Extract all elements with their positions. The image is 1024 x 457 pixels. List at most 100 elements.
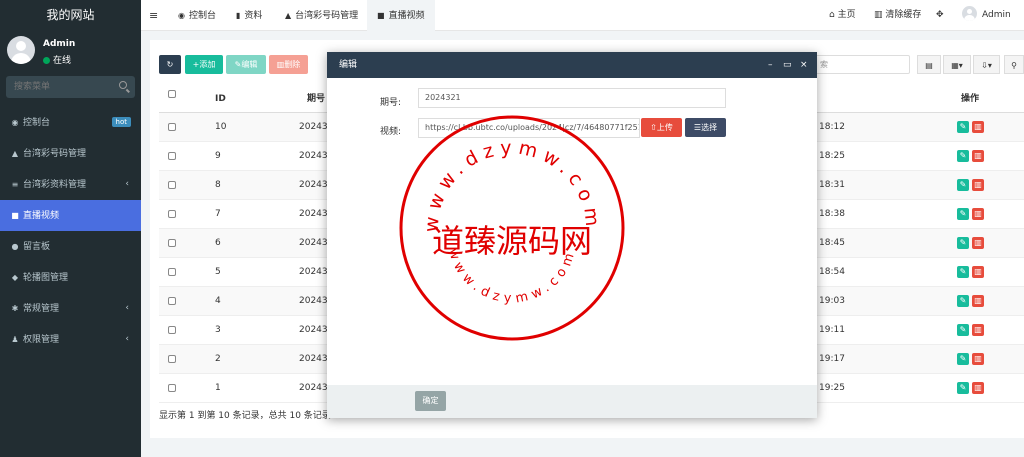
- row-delete-button[interactable]: ▥: [972, 382, 984, 394]
- sidebar-item-label: 控制台: [23, 118, 51, 128]
- minimize-icon[interactable]: –: [768, 52, 773, 78]
- cell-time: 18:25: [819, 151, 845, 161]
- brand-logo[interactable]: 我的网站: [0, 0, 141, 31]
- cell-id: 5: [215, 267, 221, 277]
- cell-id: 10: [215, 122, 227, 132]
- tab-label: 直播视频: [388, 11, 425, 21]
- add-button[interactable]: +添加: [185, 55, 223, 74]
- user-menu[interactable]: Admin: [962, 0, 1011, 31]
- cell-time: 19:03: [819, 296, 845, 306]
- row-checkbox[interactable]: [168, 181, 176, 189]
- online-dot-icon: [43, 57, 50, 64]
- cell-time: 18:54: [819, 267, 845, 277]
- sidebar-item-label: 权限管理: [23, 335, 60, 345]
- pagination-info: 显示第 1 到第 10 条记录，总共 10 条记录: [159, 411, 331, 421]
- column-period[interactable]: 期号: [307, 85, 325, 113]
- column-id[interactable]: ID: [215, 85, 226, 113]
- tab-number-manage[interactable]: ▲ 台湾彩号码管理: [285, 0, 358, 31]
- row-checkbox[interactable]: [168, 123, 176, 131]
- sidebar-item-general[interactable]: ✱ 常规管理 ‹: [0, 293, 141, 324]
- home-link[interactable]: ⌂ 主页: [829, 0, 856, 31]
- row-checkbox[interactable]: [168, 210, 176, 218]
- search-icon[interactable]: [119, 81, 127, 89]
- row-checkbox[interactable]: [168, 384, 176, 392]
- row-edit-button[interactable]: ✎: [957, 295, 969, 307]
- row-edit-button[interactable]: ✎: [957, 121, 969, 133]
- close-icon[interactable]: ×: [800, 52, 808, 78]
- row-delete-button[interactable]: ▥: [972, 121, 984, 133]
- tab-label: 资料: [244, 11, 263, 21]
- row-delete-button[interactable]: ▥: [972, 237, 984, 249]
- row-edit-button[interactable]: ✎: [957, 237, 969, 249]
- columns-dropdown-icon[interactable]: ▦▾: [943, 55, 971, 74]
- sidebar-item-live-video[interactable]: ■ 直播视频: [0, 200, 141, 231]
- table-search-input[interactable]: 索: [815, 55, 910, 74]
- toggle-view-icon[interactable]: ▤: [917, 55, 941, 74]
- user-status-text: 在线: [53, 56, 72, 66]
- dashboard-icon: ◉: [11, 118, 19, 127]
- row-delete-button[interactable]: ▥: [972, 179, 984, 191]
- row-checkbox[interactable]: [168, 239, 176, 247]
- cell-id: 9: [215, 151, 221, 161]
- row-delete-button[interactable]: ▥: [972, 324, 984, 336]
- cogs-icon: ✱: [11, 304, 19, 313]
- tab-dashboard[interactable]: ◉ 控制台: [178, 0, 216, 31]
- sidebar-item-data-manage[interactable]: ≡ 台湾彩资料管理 ‹: [0, 169, 141, 200]
- row-edit-button[interactable]: ✎: [957, 150, 969, 162]
- bookmark-icon: ▮: [236, 11, 241, 20]
- row-edit-button[interactable]: ✎: [957, 208, 969, 220]
- cell-id: 3: [215, 325, 221, 335]
- row-delete-button[interactable]: ▥: [972, 150, 984, 162]
- select-all-checkbox[interactable]: [168, 90, 176, 98]
- video-url-input[interactable]: https://cl.bb.ubtc.co/uploads/2024|cz/7/…: [418, 118, 640, 138]
- tab-data[interactable]: ▮ 资料: [236, 0, 262, 31]
- sidebar-item-number-manage[interactable]: ▲ 台湾彩号码管理: [0, 138, 141, 169]
- modal-title: 编辑: [339, 60, 358, 70]
- tab-label: 台湾彩号码管理: [295, 11, 359, 21]
- row-delete-button[interactable]: ▥: [972, 295, 984, 307]
- row-delete-button[interactable]: ▥: [972, 353, 984, 365]
- export-dropdown-icon[interactable]: ⇩▾: [973, 55, 1000, 74]
- row-checkbox[interactable]: [168, 152, 176, 160]
- leaf-icon: ◆: [11, 273, 19, 282]
- row-checkbox[interactable]: [168, 355, 176, 363]
- sidebar-item-message-board[interactable]: ● 留言板: [0, 231, 141, 262]
- hamburger-icon[interactable]: ≡: [149, 9, 158, 22]
- sidebar-item-permissions[interactable]: ♟ 权限管理 ‹: [0, 324, 141, 355]
- tab-live-video[interactable]: ■ 直播视频: [367, 0, 435, 31]
- sidebar-item-carousel[interactable]: ◆ 轮播图管理: [0, 262, 141, 293]
- sidebar-item-label: 留言板: [23, 242, 51, 252]
- menu-search-input[interactable]: [6, 76, 135, 98]
- period-input[interactable]: 2024321: [418, 88, 726, 108]
- user-menu-name: Admin: [982, 10, 1011, 20]
- sidebar-item-label: 直播视频: [23, 211, 60, 221]
- sidebar-item-dashboard[interactable]: ◉ 控制台 hot: [0, 107, 141, 138]
- edit-button[interactable]: ✎编辑: [226, 55, 266, 74]
- row-edit-button[interactable]: ✎: [957, 382, 969, 394]
- search-toggle-icon[interactable]: ⚲: [1004, 55, 1024, 74]
- row-edit-button[interactable]: ✎: [957, 353, 969, 365]
- row-edit-button[interactable]: ✎: [957, 179, 969, 191]
- row-edit-button[interactable]: ✎: [957, 266, 969, 278]
- top-navbar: ≡ ◉ 控制台 ▮ 资料 ▲ 台湾彩号码管理 ■ 直播视频 ⌂ 主页 ▥ 清除缓存 ✥ …: [141, 0, 1024, 31]
- cell-time: 19:17: [819, 354, 845, 364]
- tab-label: 控制台: [188, 11, 216, 21]
- row-checkbox[interactable]: [168, 297, 176, 305]
- row-checkbox[interactable]: [168, 268, 176, 276]
- sidebar-menu: ◉ 控制台 hot ▲ 台湾彩号码管理 ≡ 台湾彩资料管理 ‹ ■ 直播视频 ● 留言板 ◆ 轮…: [0, 107, 141, 355]
- confirm-button[interactable]: 确定: [415, 391, 446, 411]
- menu-search-box[interactable]: [6, 76, 135, 98]
- row-delete-button[interactable]: ▥: [972, 208, 984, 220]
- upload-icon: ⇧: [650, 123, 657, 132]
- maximize-icon[interactable]: ▭: [783, 52, 792, 78]
- bell-icon: ▲: [11, 149, 19, 158]
- fullscreen-icon[interactable]: ✥: [936, 0, 944, 31]
- row-edit-button[interactable]: ✎: [957, 324, 969, 336]
- clear-cache-button[interactable]: ▥ 清除缓存: [874, 0, 921, 31]
- choose-button[interactable]: ☰选择: [685, 118, 726, 137]
- row-delete-button[interactable]: ▥: [972, 266, 984, 278]
- upload-button[interactable]: ⇧上传: [641, 118, 682, 137]
- refresh-button[interactable]: ↻: [159, 55, 181, 74]
- delete-button[interactable]: ▥删除: [269, 55, 308, 74]
- row-checkbox[interactable]: [168, 326, 176, 334]
